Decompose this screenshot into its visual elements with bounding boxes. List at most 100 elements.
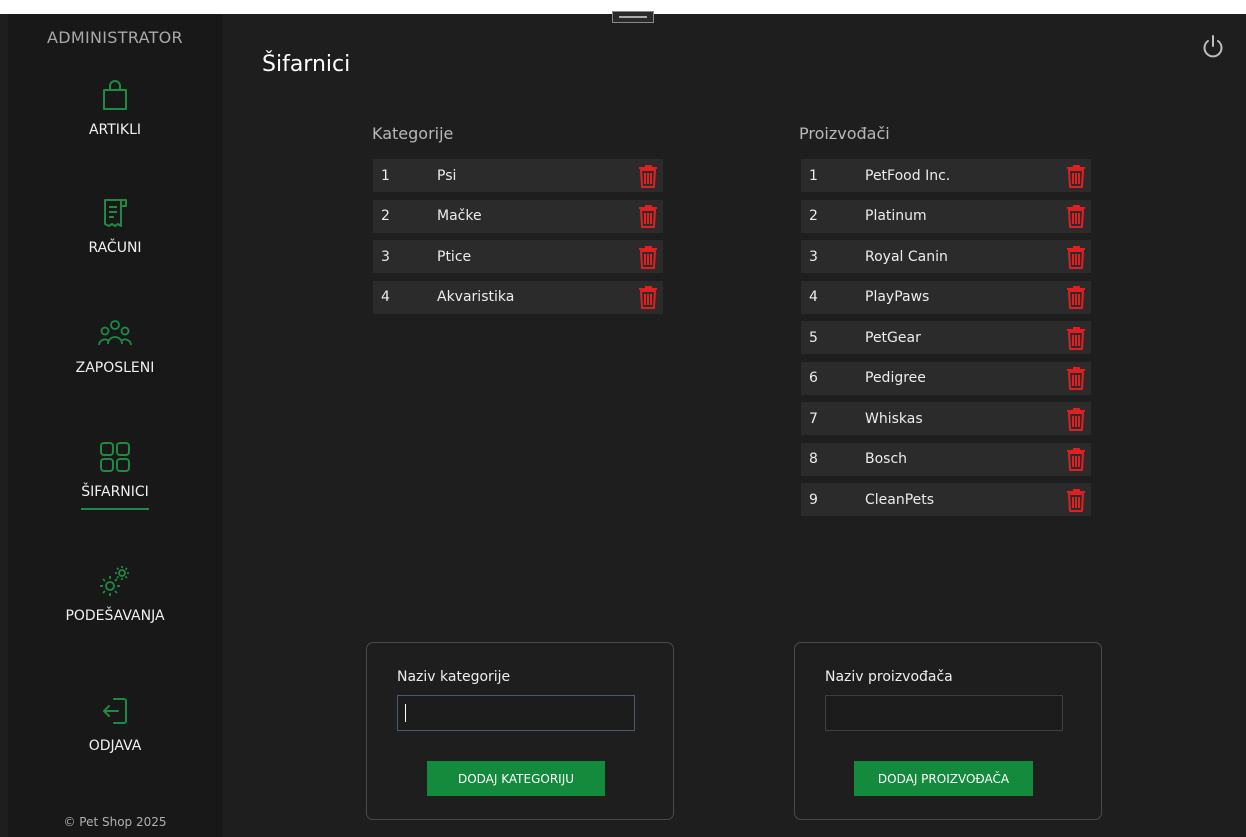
app-window: ADMINISTRATOR ARTIKLI RAČUNI ZAPOSLENI Š… xyxy=(0,11,1246,837)
gears-icon xyxy=(100,566,129,596)
delete-button[interactable] xyxy=(1061,444,1091,474)
row-id: 5 xyxy=(809,329,818,346)
delete-button[interactable] xyxy=(1061,485,1091,515)
page-title: Šifarnici xyxy=(262,52,351,77)
row-name: Akvaristika xyxy=(437,289,515,305)
row-id: 3 xyxy=(381,248,390,265)
list-row[interactable]: 3 Royal Canin xyxy=(801,240,1091,273)
trash-icon xyxy=(1067,286,1085,309)
add-manufacturer-button[interactable]: DODAJ PROIZVOĐAČA xyxy=(854,761,1033,796)
row-name: Platinum xyxy=(865,208,927,224)
delete-button[interactable] xyxy=(1061,282,1091,312)
row-name: Pedigree xyxy=(865,370,926,386)
list-row[interactable]: 2 Platinum xyxy=(801,199,1091,233)
list-row[interactable]: 9 CleanPets xyxy=(801,483,1091,516)
manufacturer-name-label: Naziv proizvođača xyxy=(825,669,953,685)
sidebar-item-label: RAČUNI xyxy=(88,240,142,256)
sidebar-item-odjava[interactable]: ODJAVA xyxy=(8,694,222,754)
add-category-button[interactable]: DODAJ KATEGORIJU xyxy=(427,761,605,796)
row-id: 1 xyxy=(381,167,390,184)
sidebar-item-artikli[interactable]: ARTIKLI xyxy=(8,78,222,138)
delete-button[interactable] xyxy=(633,282,663,312)
delete-button[interactable] xyxy=(1061,323,1091,353)
sidebar-item-podesavanja[interactable]: PODEŠAVANJA xyxy=(8,564,222,624)
delete-button[interactable] xyxy=(1061,201,1091,231)
list-row[interactable]: 4 Akvaristika xyxy=(373,280,663,314)
add-manufacturer-card: Naziv proizvođača DODAJ PROIZVOĐAČA xyxy=(794,642,1102,820)
trash-icon xyxy=(1067,488,1085,512)
category-name-label: Naziv kategorije xyxy=(397,669,511,685)
list-row[interactable]: 6 Pedigree xyxy=(801,361,1091,395)
list-row[interactable]: 1 PetFood Inc. xyxy=(801,159,1091,192)
row-id: 2 xyxy=(381,208,390,224)
trash-icon xyxy=(1067,367,1085,390)
shopping-bag-icon xyxy=(103,80,127,110)
row-name: Mačke xyxy=(437,208,482,224)
trash-icon xyxy=(1067,326,1085,350)
trash-icon xyxy=(639,164,657,188)
sidebar-item-label: ARTIKLI xyxy=(88,122,142,138)
row-name: Whiskas xyxy=(865,410,923,427)
sidebar-item-label: ZAPOSLENI xyxy=(75,360,155,376)
sidebar-item-zaposleni[interactable]: ZAPOSLENI xyxy=(8,316,222,376)
row-name: CleanPets xyxy=(865,491,935,508)
row-name: PetFood Inc. xyxy=(865,167,951,184)
manufacturer-name-input[interactable] xyxy=(825,695,1063,731)
power-icon[interactable] xyxy=(1200,34,1226,60)
row-id: 4 xyxy=(809,289,818,305)
row-name: PetGear xyxy=(865,329,921,346)
list-row[interactable]: 8 Bosch xyxy=(801,442,1091,476)
delete-button[interactable] xyxy=(633,242,663,272)
trash-icon xyxy=(639,205,657,228)
list-row[interactable]: 2 Mačke xyxy=(373,199,663,233)
row-id: 4 xyxy=(381,289,390,305)
delete-button[interactable] xyxy=(1061,161,1091,191)
row-id: 6 xyxy=(809,370,818,386)
trash-icon xyxy=(1067,205,1085,228)
trash-icon xyxy=(639,286,657,309)
row-id: 3 xyxy=(809,248,818,265)
copyright-text: © Pet Shop 2025 xyxy=(63,815,167,829)
sidebar-item-sifarnici[interactable]: ŠIFARNICI xyxy=(8,440,222,510)
list-row[interactable]: 1 Psi xyxy=(373,159,663,192)
row-id: 1 xyxy=(809,167,818,184)
delete-button[interactable] xyxy=(633,161,663,191)
text-caret xyxy=(405,704,406,722)
active-indicator xyxy=(81,508,149,510)
trash-icon xyxy=(1067,407,1085,431)
add-category-card: Naziv kategorije DODAJ KATEGORIJU xyxy=(366,642,674,820)
sidebar-item-label: ŠIFARNICI xyxy=(81,484,149,500)
receipt-icon xyxy=(104,199,127,227)
row-name: Royal Canin xyxy=(865,248,948,265)
manufacturers-title: Proizvođači xyxy=(799,124,890,143)
list-row[interactable]: 5 PetGear xyxy=(801,321,1091,354)
sidebar-item-label: ODJAVA xyxy=(88,738,142,754)
trash-icon xyxy=(1067,245,1085,269)
grid-icon xyxy=(100,442,130,472)
row-name: Psi xyxy=(437,167,457,184)
list-row[interactable]: 4 PlayPaws xyxy=(801,280,1091,314)
categories-title: Kategorije xyxy=(372,124,454,143)
row-id: 7 xyxy=(809,410,818,427)
row-id: 9 xyxy=(809,491,818,508)
row-id: 2 xyxy=(809,208,818,224)
list-row[interactable]: 7 Whiskas xyxy=(801,402,1091,435)
sidebar-item-racuni[interactable]: RAČUNI xyxy=(8,196,222,256)
category-name-input[interactable] xyxy=(397,695,635,731)
trash-icon xyxy=(639,245,657,269)
logout-icon xyxy=(103,698,127,724)
user-role-label: ADMINISTRATOR xyxy=(47,28,183,47)
users-icon xyxy=(98,320,132,346)
list-row[interactable]: 3 Ptice xyxy=(373,240,663,273)
row-name: PlayPaws xyxy=(865,289,930,305)
sidebar-item-label: PODEŠAVANJA xyxy=(65,608,165,624)
delete-button[interactable] xyxy=(633,201,663,231)
window-drag-handle[interactable] xyxy=(612,11,654,23)
row-id: 8 xyxy=(809,451,818,467)
sidebar: ADMINISTRATOR ARTIKLI RAČUNI ZAPOSLENI Š… xyxy=(8,14,222,837)
delete-button[interactable] xyxy=(1061,404,1091,434)
delete-button[interactable] xyxy=(1061,363,1091,393)
delete-button[interactable] xyxy=(1061,242,1091,272)
trash-icon xyxy=(1067,448,1085,471)
trash-icon xyxy=(1067,164,1085,188)
